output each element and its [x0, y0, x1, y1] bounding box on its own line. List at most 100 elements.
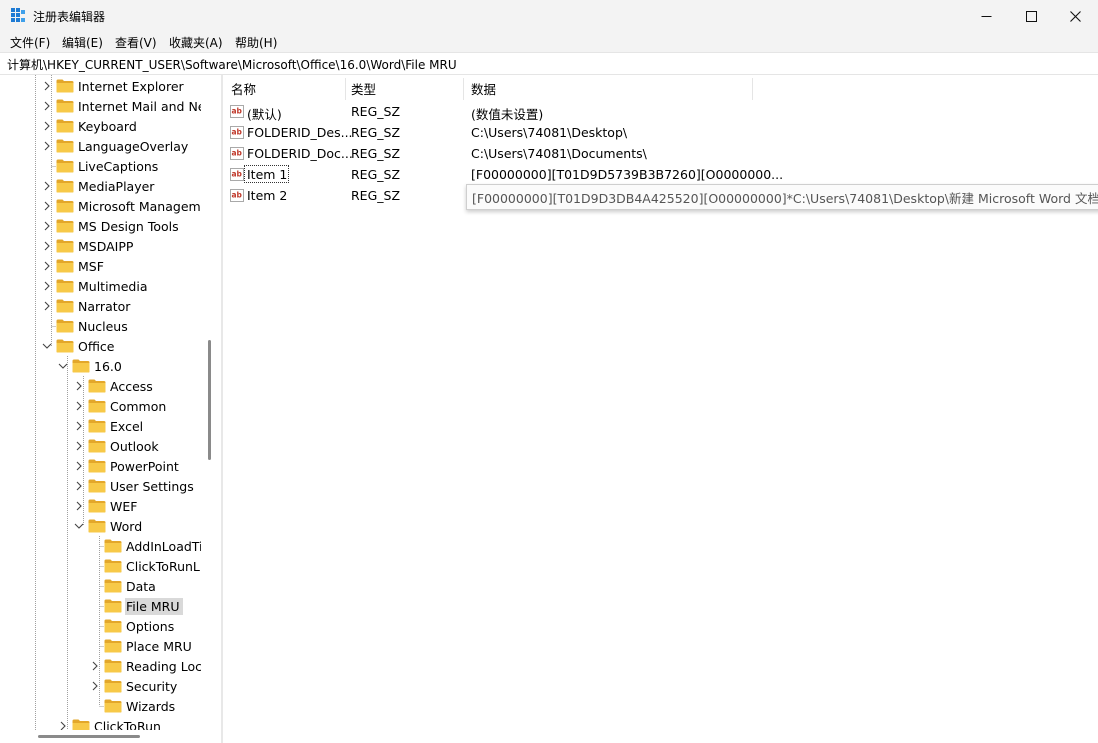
maximize-button[interactable] — [1008, 0, 1054, 32]
chevron-down-icon[interactable] — [73, 516, 85, 536]
column-header-type[interactable]: 类型 — [351, 75, 376, 101]
tree-item[interactable]: Microsoft Management Console — [41, 196, 218, 216]
chevron-right-icon[interactable] — [41, 256, 53, 276]
chevron-right-icon[interactable] — [41, 276, 53, 296]
chevron-right-icon[interactable] — [89, 676, 101, 696]
tree-horizontal-scrollbar[interactable] — [0, 730, 218, 743]
tree-item[interactable]: LiveCaptions — [41, 156, 161, 176]
address-bar[interactable]: 计算机\HKEY_CURRENT_USER\Software\Microsoft… — [0, 52, 1098, 75]
tree-item-label: MSF — [78, 258, 104, 274]
tree-item[interactable]: WEF — [73, 496, 140, 516]
chevron-right-icon[interactable] — [41, 176, 53, 196]
tree-item[interactable]: AddInLoadTimes — [89, 536, 218, 556]
tree-item-label: Multimedia — [78, 278, 148, 294]
value-type: REG_SZ — [351, 167, 401, 182]
tree-item[interactable]: MediaPlayer — [41, 176, 157, 196]
tree-item[interactable]: Reading Locations — [89, 656, 218, 676]
chevron-right-icon[interactable] — [73, 496, 85, 516]
tree-item[interactable]: Outlook — [73, 436, 162, 456]
tree-item[interactable]: Data — [89, 576, 159, 596]
list-row[interactable]: ab FOLDERID_Doc... REG_SZ C:\Users\74081\Do… — [223, 143, 1098, 164]
tree-item[interactable]: Narrator — [41, 296, 133, 316]
column-separator[interactable] — [752, 78, 753, 100]
tree-vertical-scrollbar[interactable] — [201, 75, 218, 730]
chevron-right-icon[interactable] — [73, 436, 85, 456]
column-header-data[interactable]: 数据 — [471, 75, 496, 101]
chevron-down-icon[interactable] — [57, 356, 69, 376]
chevron-right-icon[interactable] — [73, 396, 85, 416]
tree-item[interactable]: Nucleus — [41, 316, 131, 336]
close-button[interactable] — [1052, 0, 1098, 32]
tree-item[interactable]: MSF — [41, 256, 107, 276]
tree-item[interactable]: Office — [41, 336, 118, 356]
column-header-name[interactable]: 名称 — [231, 75, 256, 101]
tree-item[interactable]: Excel — [73, 416, 146, 436]
chevron-right-icon[interactable] — [41, 96, 53, 116]
folder-icon — [56, 179, 74, 193]
chevron-right-icon[interactable] — [41, 196, 53, 216]
list-row[interactable]: ab Item 1 REG_SZ [F00000000][T01D9D5739B3B7… — [223, 164, 1098, 185]
chevron-right-icon[interactable] — [89, 656, 101, 676]
tree-item[interactable]: Security — [89, 676, 180, 696]
scrollbar-thumb[interactable] — [208, 340, 211, 460]
tree-item[interactable]: 16.0 — [57, 356, 125, 376]
tree-item[interactable]: Common — [73, 396, 169, 416]
tree-item[interactable]: MSDAIPP — [41, 236, 136, 256]
minimize-button[interactable] — [963, 0, 1009, 32]
menu-view[interactable]: 查看(V) — [115, 34, 157, 51]
tree-item[interactable]: ClickToRunLicensing — [89, 556, 218, 576]
tree-item-label: Common — [110, 398, 167, 414]
column-separator[interactable] — [463, 78, 464, 100]
folder-icon — [88, 419, 106, 433]
menu-file[interactable]: 文件(F) — [10, 34, 50, 51]
menu-favorites[interactable]: 收藏夹(A) — [169, 34, 223, 51]
tree-item[interactable]: LanguageOverlay — [41, 136, 191, 156]
svg-text:ab: ab — [232, 170, 243, 179]
folder-icon — [104, 599, 122, 613]
tree-item-label: File MRU — [125, 597, 183, 615]
tree-item[interactable]: Word — [73, 516, 145, 536]
tree-item[interactable]: Keyboard — [41, 116, 140, 136]
chevron-right-icon[interactable] — [41, 136, 53, 156]
chevron-right-icon[interactable] — [41, 76, 53, 96]
chevron-down-icon[interactable] — [41, 336, 53, 356]
menu-edit[interactable]: 编辑(E) — [62, 34, 103, 51]
string-value-icon: ab — [230, 168, 244, 181]
column-separator[interactable] — [345, 78, 346, 100]
tree-item[interactable]: PowerPoint — [73, 456, 182, 476]
tree-item[interactable]: Place MRU — [89, 636, 195, 656]
list-row[interactable]: ab FOLDERID_Des... REG_SZ C:\Users\74081\De… — [223, 122, 1098, 143]
folder-icon — [56, 239, 74, 253]
values-list: 名称 类型 数据 ab (默认) REG_SZ (数值未设置) ab FOLDERID_D… — [223, 75, 1098, 743]
svg-text:ab: ab — [232, 107, 243, 116]
chevron-right-icon[interactable] — [73, 476, 85, 496]
tree-item[interactable]: User Settings — [73, 476, 197, 496]
chevron-right-icon[interactable] — [73, 376, 85, 396]
close-icon — [1069, 10, 1081, 22]
tree-item[interactable]: MS Design Tools — [41, 216, 182, 236]
folder-icon — [104, 639, 122, 653]
tree-item-label: Narrator — [78, 298, 131, 314]
chevron-right-icon[interactable] — [41, 116, 53, 136]
list-row[interactable]: ab (默认) REG_SZ (数值未设置) — [223, 101, 1098, 122]
chevron-right-icon[interactable] — [73, 416, 85, 436]
folder-icon — [88, 459, 106, 473]
chevron-right-icon[interactable] — [41, 216, 53, 236]
folder-icon — [88, 479, 106, 493]
tree-item[interactable]: Internet Mail and News — [41, 96, 218, 116]
svg-text:ab: ab — [232, 149, 243, 158]
tree-item[interactable]: Access — [73, 376, 156, 396]
tree-item[interactable]: Internet Explorer — [41, 76, 187, 96]
chevron-right-icon[interactable] — [73, 456, 85, 476]
tree-item[interactable]: Wizards — [89, 696, 178, 716]
tree-item[interactable]: File MRU — [89, 596, 183, 616]
tree-item[interactable]: Multimedia — [41, 276, 151, 296]
value-type: REG_SZ — [351, 146, 401, 161]
folder-icon — [56, 299, 74, 313]
tree-item[interactable]: Options — [89, 616, 177, 636]
chevron-right-icon[interactable] — [41, 236, 53, 256]
menu-help[interactable]: 帮助(H) — [235, 34, 277, 51]
scrollbar-thumb[interactable] — [38, 735, 140, 738]
chevron-right-icon[interactable] — [41, 296, 53, 316]
